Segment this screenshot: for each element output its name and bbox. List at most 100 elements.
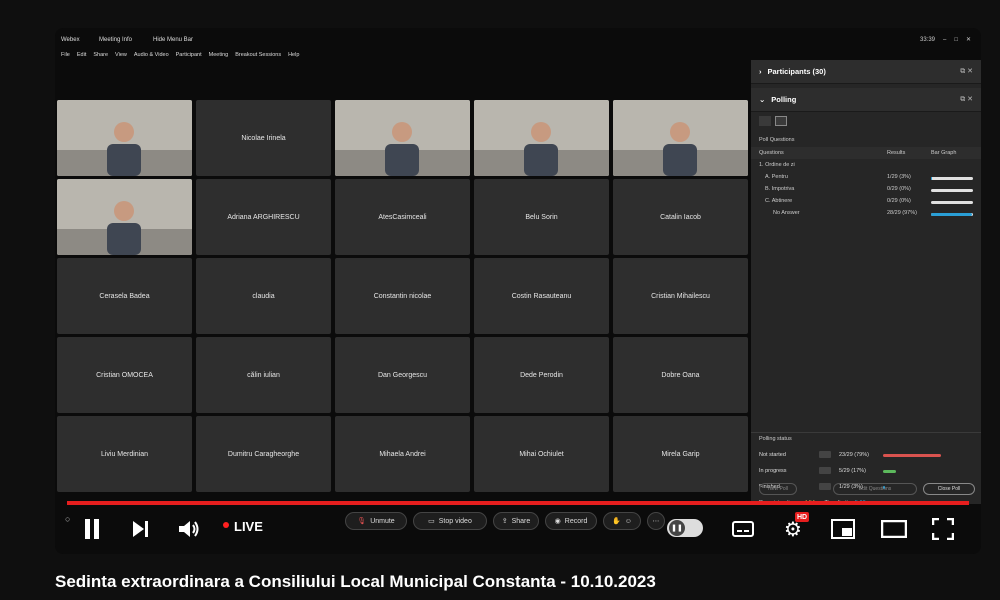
chevron-right-icon: › (759, 67, 762, 76)
autoplay-pause-icon: ❚❚ (669, 520, 685, 536)
fullscreen-icon[interactable] (931, 518, 955, 540)
camera-feed-image (57, 100, 192, 176)
video-tile[interactable] (57, 100, 192, 176)
polling-header[interactable]: ⌄ Polling ⧉ ✕ (751, 88, 981, 112)
pause-icon[interactable] (79, 517, 105, 541)
side-panel: › Participants (30) ⧉ ✕ ⌄ Polling ⧉ ✕ Po… (751, 60, 981, 506)
autoplay-toggle[interactable]: ❚❚ (667, 519, 703, 537)
participant-name: Liviu Merdinian (100, 450, 149, 458)
participant-tile[interactable]: AtesCasimceali (335, 179, 470, 255)
video-player[interactable]: Webex Meeting Info Hide Menu Bar File Ed… (55, 28, 981, 554)
participant-tile[interactable]: Costin Rasauteanu (474, 258, 609, 334)
menu-help[interactable]: Help (288, 52, 299, 58)
stop-video-label: Stop video (438, 517, 472, 525)
volume-icon[interactable] (177, 518, 201, 540)
status-result: 5/29 (17%) (839, 468, 866, 474)
menu-participant[interactable]: Participant (176, 52, 202, 58)
subtitles-icon[interactable] (731, 520, 755, 538)
participant-tile[interactable]: Cristian OMOCEA (57, 337, 192, 413)
participant-tile[interactable]: Dan Georgescu (335, 337, 470, 413)
menu-audio-video[interactable]: Audio & Video (134, 52, 169, 58)
participant-tile[interactable]: călin iulian (196, 337, 331, 413)
meeting-info-link[interactable]: Meeting Info (99, 37, 132, 43)
option-label: C. Abtinere (765, 198, 793, 204)
mic-muted-icon: 🎙 (357, 518, 367, 525)
participants-title: Participants (30) (767, 67, 826, 76)
polling-title: Polling (771, 95, 797, 104)
participants-header[interactable]: › Participants (30) ⧉ ✕ (751, 60, 981, 84)
reactions-button[interactable]: ✋ ☺ (603, 512, 641, 530)
participant-tile[interactable]: Constantin nicolae (335, 258, 470, 334)
edit-questions-button[interactable]: Edit Questions (833, 483, 917, 495)
menu-file[interactable]: File (61, 52, 70, 58)
menu-breakout[interactable]: Breakout Sessions (235, 52, 281, 58)
progress-bar[interactable] (67, 501, 969, 505)
webex-title-bar: Webex Meeting Info Hide Menu Bar File Ed… (55, 28, 981, 62)
more-options-button[interactable]: ⋯ (647, 512, 665, 530)
circle-icon[interactable]: ○ (65, 514, 70, 524)
participant-tile[interactable]: Dumitru Caragheorghe (196, 416, 331, 492)
participant-tile[interactable]: Dobre Oana (613, 337, 748, 413)
player-controls: ○ LIVE 🎙 Unmute ▭ Stop video ⇪ Share ◉ R… (55, 506, 981, 554)
panel-popout-icon[interactable]: ⧉ ✕ (960, 67, 973, 76)
maximize-icon[interactable]: □ (954, 37, 958, 43)
close-icon[interactable]: ✕ (966, 36, 971, 43)
stop-video-button[interactable]: ▭ Stop video (413, 512, 487, 530)
theater-mode-icon[interactable] (881, 520, 907, 538)
meeting-clock: 33:39 (919, 36, 935, 43)
participant-tile[interactable]: Liviu Merdinian (57, 416, 192, 492)
participant-tile[interactable]: Cerasela Badea (57, 258, 192, 334)
expand-icon[interactable] (819, 483, 831, 490)
poll-option-row: No Answer 28/29 (97%) (759, 210, 975, 221)
webex-menu-bar: File Edit Share View Audio & Video Parti… (61, 52, 299, 58)
participant-name: Cristian OMOCEA (96, 371, 153, 379)
participant-tile[interactable]: Dede Perodin (474, 337, 609, 413)
participant-tile[interactable]: claudia (196, 258, 331, 334)
participant-tile[interactable]: Catalin Iacob (613, 179, 748, 255)
next-icon[interactable] (129, 518, 151, 540)
participant-tile[interactable]: Mihaela Andrei (335, 416, 470, 492)
poll-save-icon[interactable] (775, 116, 787, 126)
menu-view[interactable]: View (115, 52, 127, 58)
participant-tile[interactable]: Belu Sorin (474, 179, 609, 255)
participant-tile[interactable]: Mirela Garip (613, 416, 748, 492)
webex-app-name: Webex (61, 37, 80, 43)
share-button[interactable]: ⇪ Share (493, 512, 539, 530)
col-results: Results (887, 150, 906, 156)
participant-name: Belu Sorin (525, 213, 558, 221)
col-questions: Questions (759, 150, 784, 156)
unmute-button[interactable]: 🎙 Unmute (345, 512, 407, 530)
participant-tile[interactable]: Nicolae Irinela (196, 100, 331, 176)
polling-popout-icon[interactable]: ⧉ ✕ (960, 95, 973, 104)
poll-toolbar (759, 116, 787, 126)
status-result: 23/29 (79%) (839, 452, 869, 458)
video-tile[interactable] (613, 100, 748, 176)
new-poll-button[interactable]: New Poll (759, 483, 797, 495)
participant-tile[interactable]: Adriana ARGHIRESCU (196, 179, 331, 255)
poll-tool-icon[interactable] (759, 116, 771, 126)
menu-edit[interactable]: Edit (77, 52, 86, 58)
participant-name: Cerasela Badea (99, 292, 150, 300)
expand-icon[interactable] (819, 467, 831, 474)
participant-tile[interactable]: Cristian Mihailescu (613, 258, 748, 334)
camera-feed-image (335, 100, 470, 176)
miniplayer-icon[interactable] (831, 519, 855, 539)
video-tile[interactable] (57, 179, 192, 255)
status-bar (883, 454, 957, 457)
expand-icon[interactable] (819, 451, 831, 458)
live-label[interactable]: LIVE (234, 519, 263, 534)
participant-tile[interactable]: Mihai Ochiulet (474, 416, 609, 492)
video-tile[interactable] (335, 100, 470, 176)
menu-meeting[interactable]: Meeting (209, 52, 229, 58)
camera-feed-image (474, 100, 609, 176)
hd-badge: HD (795, 512, 810, 522)
minimize-icon[interactable]: – (943, 37, 946, 43)
close-poll-button[interactable]: Close Poll (923, 483, 975, 495)
video-tile[interactable] (474, 100, 609, 176)
record-button[interactable]: ◉ Record (545, 512, 597, 530)
menu-share[interactable]: Share (93, 52, 108, 58)
share-icon: ⇪ (501, 518, 508, 525)
hand-icon: ✋ (612, 518, 621, 525)
live-dot-icon (223, 522, 229, 528)
hide-menu-bar-link[interactable]: Hide Menu Bar (153, 37, 193, 43)
